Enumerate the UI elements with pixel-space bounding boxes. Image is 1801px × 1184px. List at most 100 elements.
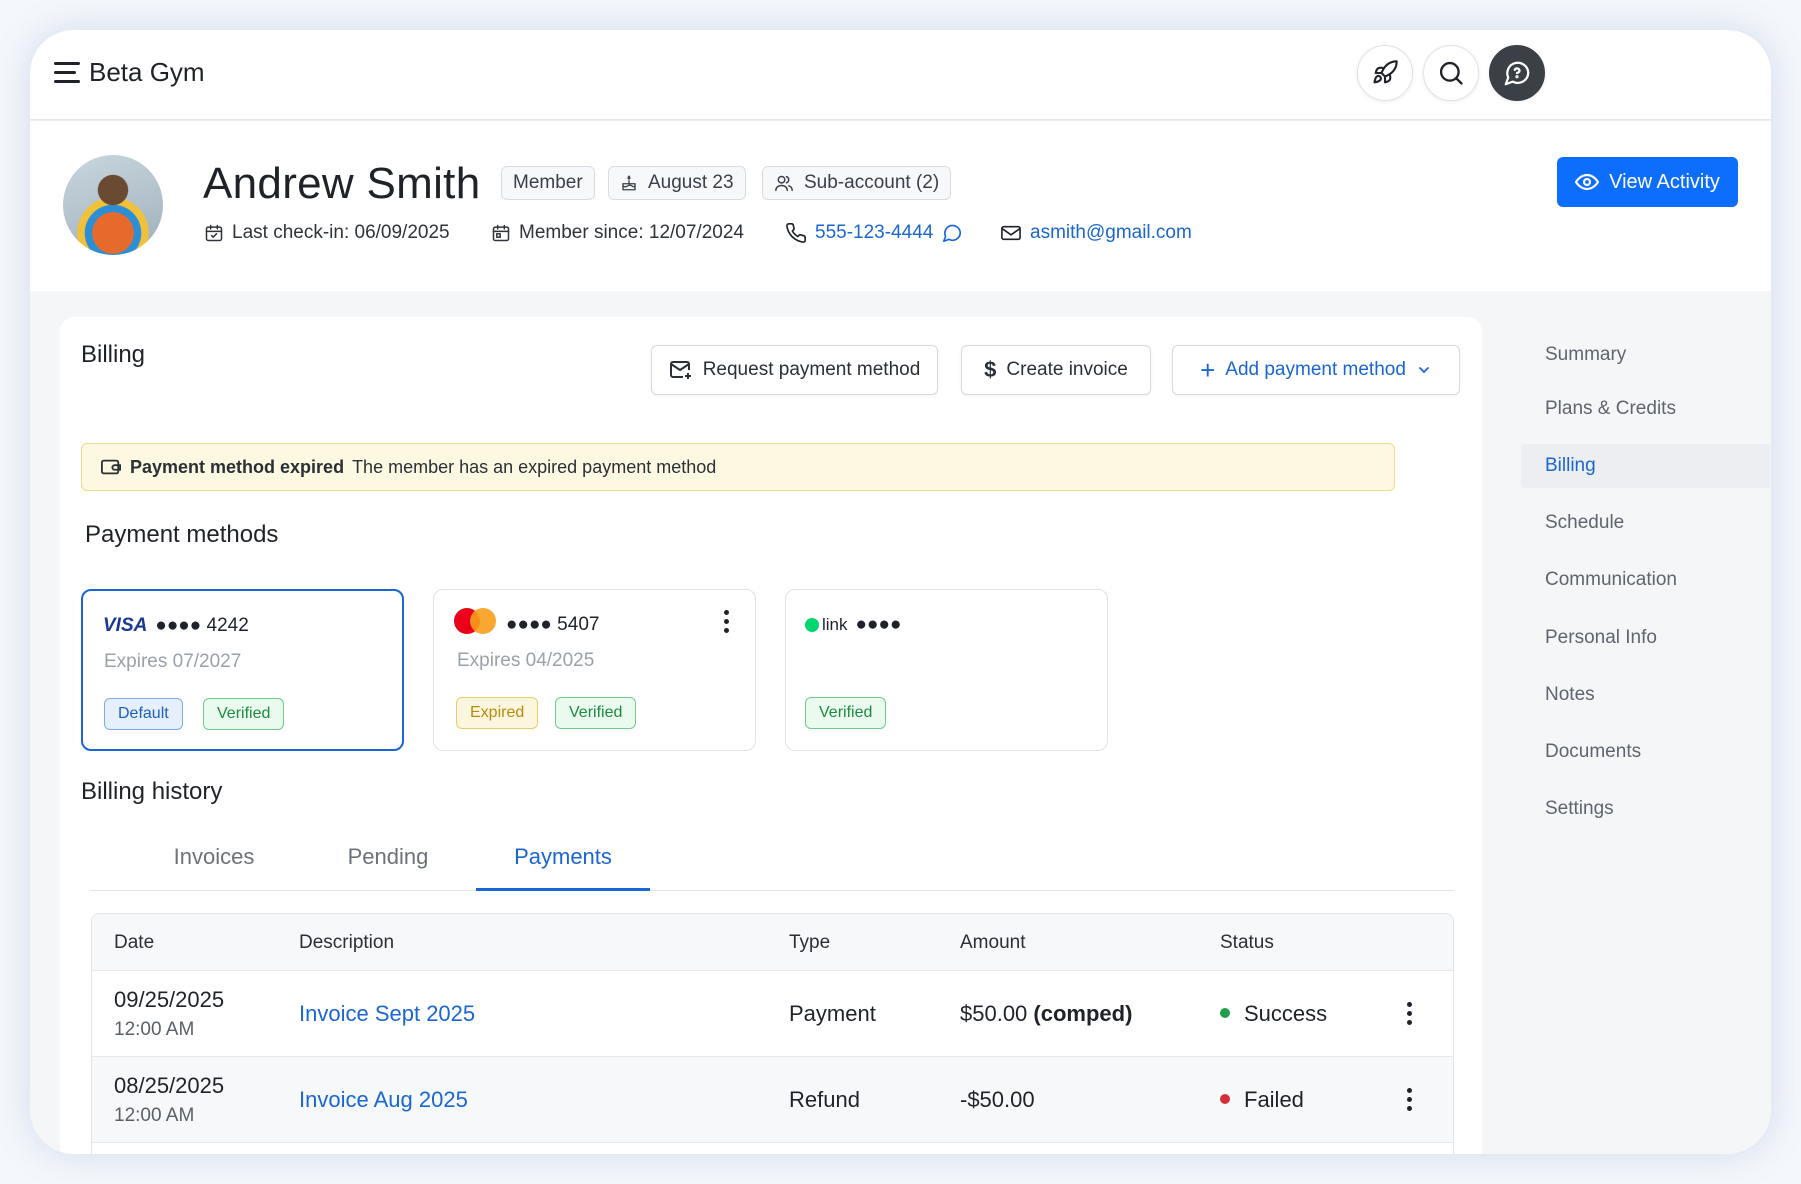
nav-item-communication[interactable]: Communication [1521,558,1770,602]
row-more-options-icon[interactable] [1407,1088,1413,1111]
app-title: Beta Gym [89,57,205,87]
row-description-link[interactable]: Invoice Sept 2025 [299,1001,475,1027]
card-expiry: Expires 07/2027 [104,651,242,672]
row-type: Payment [789,1001,876,1026]
nav-item-settings[interactable]: Settings [1521,787,1770,831]
avatar [63,155,163,255]
column-header-status[interactable]: Status [1220,932,1274,954]
row-description-link[interactable]: Invoice Aug 2025 [299,1087,468,1113]
help-chat-icon [1504,61,1530,86]
last-checkin: Last check-in: 06/09/2025 [204,222,450,244]
verified-badge: Verified [805,697,887,729]
plus-icon: + [1200,355,1216,385]
hamburger-menu-icon[interactable] [54,62,80,86]
nav-item-documents[interactable]: Documents [1521,730,1770,774]
card-masked-number: ●●●● 5407 [506,614,600,635]
row-time: 12:00 AM [114,1105,195,1126]
payment-card-mastercard[interactable]: ●●●● 5407 Expires 04/2025 Expired Verifi… [433,589,756,751]
create-invoice-label: Create invoice [1006,359,1128,380]
chat-bubble-icon[interactable] [941,222,963,244]
calendar-check-icon [205,224,223,242]
member-since: Member since: 12/07/2024 [491,222,744,244]
add-payment-method-button[interactable]: + Add payment method [1172,345,1460,395]
row-more-options-icon[interactable] [1407,1002,1413,1025]
card-more-options-icon[interactable] [724,610,730,633]
help-chat-button[interactable] [1489,45,1545,101]
row-amount: $50.00 (comped) [960,1001,1132,1027]
nav-item-summary[interactable]: Summary [1521,333,1770,377]
row-type: Refund [789,1087,860,1112]
top-bar: Beta Gym [30,30,1771,120]
table-row[interactable]: 08/25/2025 12:00 AM Invoice Aug 2025 Ref… [92,1057,1453,1143]
column-header-date[interactable]: Date [114,932,154,954]
card-number-row: ●●●● 5407 [454,608,599,642]
tab-pending[interactable]: Pending [301,844,475,870]
mastercard-logo-icon [454,608,498,642]
last-checkin-text: Last check-in: 06/09/2025 [232,222,450,243]
verified-badge: Verified [555,697,637,729]
payment-card-visa[interactable]: VISA ●●●● 4242 Expires 07/2027 Default V… [81,589,404,751]
payment-card-link[interactable]: link ●●●● Verified [785,589,1108,751]
column-header-type[interactable]: Type [789,932,830,954]
expired-badge: Expired [456,697,539,729]
email-address[interactable]: asmith@gmail.com [1030,222,1192,244]
add-payment-method-label: Add payment method [1225,359,1406,380]
alert-message: The member has an expired payment method [352,456,717,477]
rocket-button[interactable] [1357,45,1413,101]
member-header: Andrew Smith Member August 23 Sub-accoun… [30,121,1771,291]
status-dot-success [1220,1008,1230,1019]
phone-icon [786,223,806,243]
card-masked-number: ●●●● 4242 [155,615,249,636]
row-status: Failed [1220,1087,1304,1113]
request-payment-method-label: Request payment method [702,359,921,380]
tab-divider [91,890,1453,891]
billing-panel: Billing Request payment method $ Create … [60,317,1482,1154]
nav-item-plans-credits[interactable]: Plans & Credits [1521,387,1770,431]
nav-item-schedule[interactable]: Schedule [1521,501,1770,545]
column-header-amount[interactable]: Amount [960,932,1025,954]
row-amount-note: (comped) [1033,1001,1133,1026]
app-window: Beta Gym Andrew Smith Member August 23 S… [30,30,1771,1154]
chevron-down-icon [1419,367,1429,374]
row-date: 09/25/2025 [114,987,225,1012]
role-chip-label: Member [513,172,583,193]
card-number-row: link ●●●● [805,614,901,636]
search-icon [1439,61,1463,85]
verified-badge: Verified [203,698,285,730]
create-invoice-button[interactable]: $ Create invoice [961,345,1151,395]
view-activity-label: View Activity [1609,170,1720,193]
role-chip: Member [501,166,595,200]
active-tab-indicator [476,888,650,891]
rocket-icon [1373,60,1398,84]
phone-number[interactable]: 555-123-4444 [815,222,933,244]
tab-invoices[interactable]: Invoices [127,844,301,870]
nav-item-personal-info[interactable]: Personal Info [1521,616,1770,660]
cake-icon [622,175,636,191]
nav-item-notes[interactable]: Notes [1521,673,1770,717]
visa-logo-icon: VISA [103,615,148,636]
table-row[interactable]: 09/25/2025 12:00 AM Invoice Sept 2025 Pa… [92,971,1453,1057]
column-header-description[interactable]: Description [299,932,394,954]
birthday-chip: August 23 [608,166,746,200]
phone-link[interactable]: 555-123-4444 [785,222,963,244]
subaccount-chip[interactable]: Sub-account (2) [762,166,952,200]
search-button[interactable] [1423,45,1479,101]
status-dot-failed [1220,1094,1230,1105]
eye-icon [1575,173,1600,191]
mail-plus-icon [669,361,691,379]
mail-icon [1001,225,1021,241]
card-masked-number: ●●●● [855,614,902,635]
view-activity-button[interactable]: View Activity [1557,157,1738,207]
row-amount: -$50.00 [960,1087,1035,1112]
link-logo-icon: link [805,615,848,635]
email-link[interactable]: asmith@gmail.com [1000,222,1192,244]
card-expiry: Expires 04/2025 [457,650,595,671]
subaccount-chip-label: Sub-account (2) [804,172,940,193]
nav-item-billing[interactable]: Billing [1521,444,1770,488]
tab-payments[interactable]: Payments [476,844,650,870]
birthday-chip-label: August 23 [648,172,734,193]
calendar-icon [492,224,510,242]
payments-table: Date Description Type Amount Status 09/2… [91,913,1454,1154]
request-payment-method-button[interactable]: Request payment method [651,345,938,395]
table-header: Date Description Type Amount Status [92,914,1453,971]
